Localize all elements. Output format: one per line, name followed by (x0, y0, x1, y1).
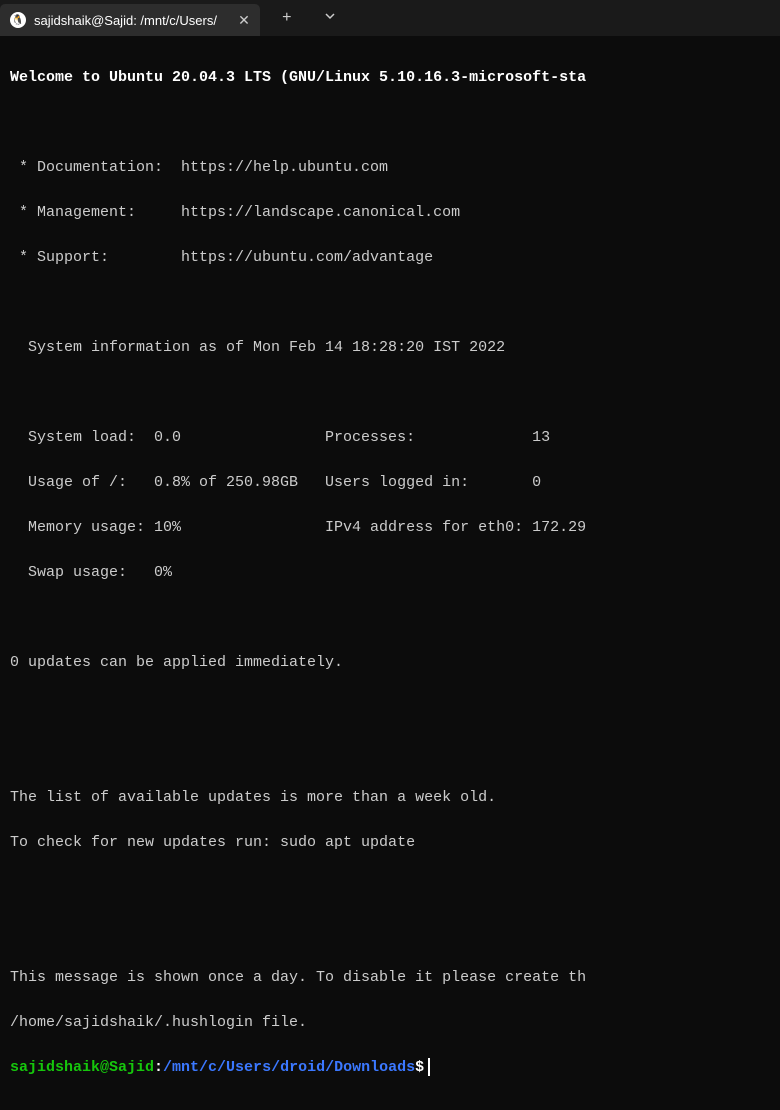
tab-dropdown-button[interactable] (318, 5, 342, 31)
sysinfo-header: System information as of Mon Feb 14 18:2… (10, 337, 770, 360)
tab-title: sajidshaik@Sajid: /mnt/c/Users/ (34, 13, 230, 28)
sysinfo-memory-ipv4: Memory usage: 10% IPv4 address for eth0:… (10, 517, 770, 540)
stale-updates-line1: The list of available updates is more th… (10, 787, 770, 810)
blank-line (10, 607, 770, 630)
blank-line (10, 697, 770, 720)
prompt-line[interactable]: sajidshaik@Sajid:/mnt/c/Users/droid/Down… (10, 1057, 770, 1080)
sysinfo-load-processes: System load: 0.0 Processes: 13 (10, 427, 770, 450)
blank-line (10, 877, 770, 900)
motd-welcome: Welcome to Ubuntu 20.04.3 LTS (GNU/Linux… (10, 67, 770, 90)
blank-line (10, 742, 770, 765)
terminal-tab[interactable]: 🐧 sajidshaik@Sajid: /mnt/c/Users/ ✕ (0, 4, 260, 36)
motd-documentation: * Documentation: https://help.ubuntu.com (10, 157, 770, 180)
prompt-colon: : (154, 1059, 163, 1076)
prompt-dollar: $ (415, 1059, 424, 1076)
close-icon[interactable]: ✕ (236, 12, 252, 28)
prompt-user-host: sajidshaik@Sajid (10, 1059, 154, 1076)
motd-support: * Support: https://ubuntu.com/advantage (10, 247, 770, 270)
stale-updates-line2: To check for new updates run: sudo apt u… (10, 832, 770, 855)
blank-line (10, 922, 770, 945)
hushlogin-line2: /home/sajidshaik/.hushlogin file. (10, 1012, 770, 1035)
chevron-down-icon (324, 10, 336, 22)
sysinfo-usage-users: Usage of /: 0.8% of 250.98GB Users logge… (10, 472, 770, 495)
tux-icon: 🐧 (10, 12, 26, 28)
titlebar-actions: + (260, 5, 342, 31)
updates-line: 0 updates can be applied immediately. (10, 652, 770, 675)
blank-line (10, 112, 770, 135)
new-tab-button[interactable]: + (276, 5, 298, 31)
sysinfo-swap: Swap usage: 0% (10, 562, 770, 585)
terminal-output[interactable]: Welcome to Ubuntu 20.04.3 LTS (GNU/Linux… (0, 36, 780, 1110)
prompt-cwd: /mnt/c/Users/droid/Downloads (163, 1059, 415, 1076)
blank-line (10, 382, 770, 405)
motd-management: * Management: https://landscape.canonica… (10, 202, 770, 225)
titlebar: 🐧 sajidshaik@Sajid: /mnt/c/Users/ ✕ + (0, 0, 780, 36)
blank-line (10, 292, 770, 315)
text-cursor (428, 1058, 430, 1076)
hushlogin-line1: This message is shown once a day. To dis… (10, 967, 770, 990)
